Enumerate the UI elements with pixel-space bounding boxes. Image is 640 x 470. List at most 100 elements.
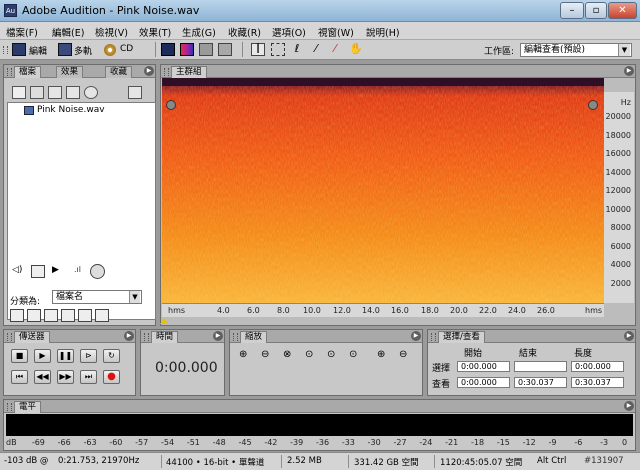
panel-menu-icon[interactable]: ▶ [624,331,634,341]
menu-file[interactable]: 檔案(F) [6,25,38,39]
tab-favorites[interactable]: 收藏 [105,66,133,78]
rewind-button[interactable]: ◀◀ [34,370,51,384]
tab-transport[interactable]: 傳送器 [14,331,50,343]
filter-icon[interactable] [78,309,92,322]
fast-forward-button[interactable]: ▶▶ [57,370,74,384]
lasso-tool-icon[interactable]: ℓ [290,43,304,56]
panel-menu-icon[interactable]: ▶ [411,331,421,341]
zoom-right-edge-icon[interactable]: ⊙ [349,349,363,362]
tab-level[interactable]: 電平 [14,401,42,413]
show-video-icon[interactable] [44,309,58,322]
multitrack-view-icon[interactable] [58,43,72,56]
pan-handle-icon[interactable] [588,100,598,110]
menu-favorites[interactable]: 收藏(R) [228,25,261,39]
menu-window[interactable]: 視窗(W) [318,25,354,39]
show-cd-icon[interactable] [95,309,109,322]
maximize-button[interactable]: ▫ [585,2,607,19]
zoom-left-edge-icon[interactable]: ⊙ [327,349,341,362]
sort-select[interactable]: 檔案名 ▼ [52,290,142,304]
go-to-end-button[interactable]: ⏭ [80,370,97,384]
panel-menu-icon[interactable]: ▶ [213,331,223,341]
tab-effects[interactable]: 效果 [56,66,84,78]
time-selection-tool-icon[interactable]: I [251,43,265,56]
edit-view-icon[interactable] [12,43,26,56]
time-tick: 22.0 [479,306,497,315]
import-file-icon[interactable] [12,86,26,99]
tab-files[interactable]: 檔案 [14,66,42,78]
menu-view[interactable]: 檢視(V) [95,25,128,39]
spot-healing-brush-icon[interactable]: ⁄ [328,43,342,56]
menu-options[interactable]: 選項(O) [272,25,306,39]
zoom-out-vertical-icon[interactable]: ⊖ [399,349,413,362]
hand-tool-icon[interactable]: ✋ [349,43,363,56]
panel-menu-icon[interactable]: ▶ [124,331,134,341]
show-midi-icon[interactable] [61,309,75,322]
close-button[interactable]: ✕ [608,2,637,19]
zoom-in-horizontal-icon[interactable]: ⊕ [239,349,253,362]
level-scale-tick: -45 [238,438,252,447]
zoom-out-full-icon[interactable]: ⊗ [283,349,297,362]
menu-effects[interactable]: 效果(T) [139,25,171,39]
close-file-icon[interactable] [30,86,44,99]
phase-view-icon[interactable] [218,43,232,56]
volume-knob-icon[interactable] [90,264,105,279]
volume-handle-icon[interactable] [166,100,176,110]
show-options-icon[interactable] [128,86,142,99]
waveform-view-icon[interactable] [161,43,175,56]
zoom-in-vertical-icon[interactable]: ⊕ [377,349,391,362]
freq-tick: 14000 [605,168,631,177]
zoom-to-selection-icon[interactable]: ⊙ [305,349,319,362]
loop-icon[interactable] [31,265,45,278]
record-button[interactable]: ● [103,370,120,384]
view-length-field[interactable]: 0:30.037 [571,377,624,388]
view-end-field[interactable]: 0:30.037 [514,377,567,388]
tab-time[interactable]: 時間 [151,331,179,343]
status-free-time: 1120:45:05.07 空間 [440,458,523,468]
play-button[interactable]: ▶ [34,349,51,363]
menu-edit[interactable]: 編輯(E) [52,25,84,39]
menu-bar: 檔案(F) 編輯(E) 檢視(V) 效果(T) 生成(G) 收藏(R) 選項(O… [0,22,640,40]
workspace-select[interactable]: 編輯查看(預設) ▼ [520,43,632,57]
select-length-field[interactable]: 0:00.000 [571,361,624,372]
loop-play-button[interactable]: ↻ [103,349,120,363]
menu-help[interactable]: 說明(H) [366,25,400,39]
panel-grip [431,333,436,341]
status-level: -103 dB @ [4,456,49,466]
tab-main-group[interactable]: 主群組 [171,66,207,78]
pan-view-icon[interactable] [199,43,213,56]
go-to-start-button[interactable]: ⏮ [11,370,28,384]
show-audio-icon[interactable] [10,309,24,322]
select-start-field[interactable]: 0:00.000 [457,361,510,372]
panel-menu-icon[interactable]: ▶ [624,66,634,76]
play-icon[interactable]: ▶ [52,265,66,278]
multitrack-view-label[interactable]: 多軌 [74,44,92,57]
insert-cd-icon[interactable] [66,86,80,99]
time-panel: 時間 ▶ 0:00.000 [140,329,225,396]
stop-button[interactable]: ■ [11,349,28,363]
panel-menu-icon[interactable]: ▶ [624,401,634,411]
tab-selection-view[interactable]: 選擇/查看 [438,331,485,343]
insert-multitrack-icon[interactable] [48,86,62,99]
marquee-tool-icon[interactable] [271,43,285,56]
fx-icon[interactable] [84,86,98,99]
zoom-out-horizontal-icon[interactable]: ⊖ [261,349,275,362]
show-loops-icon[interactable] [27,309,41,322]
time-ruler[interactable]: hms 4.0 6.0 8.0 10.0 12.0 14.0 16.0 18.0… [162,303,604,317]
pause-button[interactable]: ❚❚ [57,349,74,363]
menu-generate[interactable]: 生成(G) [182,25,216,39]
panel-menu-icon[interactable]: ▶ [144,66,154,76]
level-scale-tick: -51 [186,438,200,447]
select-end-field[interactable] [514,361,567,372]
tab-zoom[interactable]: 縮放 [240,331,268,343]
edit-view-label[interactable]: 編輯 [29,44,47,57]
cd-view-label[interactable]: CD [120,44,133,54]
minimize-button[interactable]: – [560,2,584,19]
view-start-field[interactable]: 0:00.000 [457,377,510,388]
spectral-display[interactable] [162,78,604,303]
cti-marker-icon[interactable] [160,318,168,324]
cd-view-icon[interactable] [104,44,116,56]
spectral-view-icon[interactable] [180,43,194,56]
effects-paintbrush-icon[interactable]: ⁄ [309,43,323,56]
play-from-cursor-button[interactable]: ⊳ [80,349,97,363]
speaker-icon[interactable]: ◁) [12,265,26,278]
